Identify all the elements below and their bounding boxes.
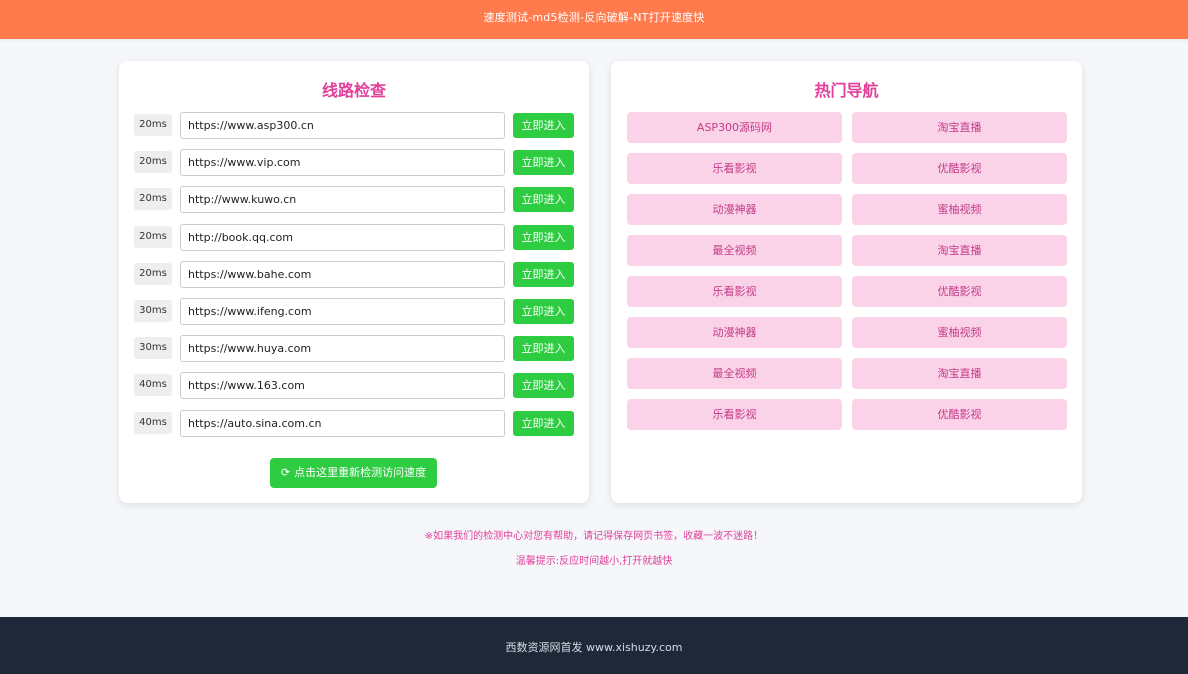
line-row: 20ms https://www.asp300.cn 立即进入 (134, 112, 574, 139)
enter-button[interactable]: 立即进入 (513, 261, 574, 287)
nav-link[interactable]: ASP300源码网 (627, 112, 842, 143)
line-row: 20ms http://book.qq.com 立即进入 (134, 223, 574, 251)
nav-link[interactable]: 淘宝直播 (852, 235, 1067, 266)
latency-badge: 20ms (134, 262, 172, 285)
latency-badge: 20ms (134, 225, 172, 248)
nav-panel-title: 热门导航 (814, 81, 879, 100)
nav-link[interactable]: 最全视频 (627, 358, 842, 389)
header-subtitle: 速度测试-md5检测-反向破解-NT打开速度快 (483, 11, 705, 24)
url-field[interactable]: https://www.vip.com (180, 149, 505, 177)
latency-badge: 20ms (134, 114, 172, 136)
enter-button[interactable]: 立即进入 (513, 410, 574, 436)
bookmark-notice: ※如果我们的检测中心对您有帮助，请记得保存网页书签，收藏一波不迷路！ (424, 531, 764, 542)
line-row: 30ms https://www.ifeng.com 立即进入 (134, 297, 574, 325)
latency-badge: 30ms (134, 299, 172, 322)
nav-link[interactable]: 优酷影视 (852, 153, 1067, 184)
nav-panel: 热门导航 ASP300源码网 淘宝直播 乐看影视 优酷影视 动漫神器 蜜柚视频 最全视频 淘宝… (611, 61, 1082, 503)
line-row: 20ms http://www.kuwo.cn 立即进入 (134, 186, 574, 214)
nav-link[interactable]: 蜜柚视频 (852, 194, 1067, 225)
refresh-icon: ⟳ (280, 466, 291, 479)
nav-link[interactable]: 淘宝直播 (852, 358, 1067, 389)
url-field[interactable]: https://www.163.com (180, 372, 505, 400)
nav-link[interactable]: 乐看影视 (627, 399, 842, 430)
latency-badge: 30ms (134, 337, 172, 360)
line-row: 20ms https://www.vip.com 立即进入 (134, 149, 574, 177)
retest-button[interactable]: ⟳ 点击这里重新检测访问速度 (270, 458, 437, 488)
latency-badge: 20ms (134, 188, 172, 211)
retest-label: 点击这里重新检测访问速度 (294, 466, 427, 479)
nav-link[interactable]: 乐看影视 (627, 153, 842, 184)
url-field[interactable]: https://auto.sina.com.cn (180, 409, 505, 437)
header-bar: 速度测试-md5检测-反向破解-NT打开速度快 (0, 0, 1188, 39)
url-field[interactable]: http://book.qq.com (180, 223, 505, 251)
tip-notice: 温馨提示:反应时间越小,打开就越快 (515, 556, 673, 567)
enter-button[interactable]: 立即进入 (513, 373, 574, 399)
nav-grid: ASP300源码网 淘宝直播 乐看影视 优酷影视 动漫神器 蜜柚视频 最全视频 淘宝直播 乐看影… (627, 112, 1067, 430)
nav-link[interactable]: 优酷影视 (852, 276, 1067, 307)
lines-panel: 线路检查 20ms https://www.asp300.cn 立即进入 20ms ht… (119, 61, 589, 503)
enter-button[interactable]: 立即进入 (513, 187, 574, 213)
latency-badge: 20ms (134, 151, 172, 174)
line-row: 20ms https://www.bahe.com 立即进入 (134, 260, 574, 288)
url-field[interactable]: https://www.ifeng.com (180, 297, 505, 325)
url-field[interactable]: http://www.kuwo.cn (180, 186, 505, 214)
line-row: 40ms https://www.163.com 立即进入 (134, 372, 574, 400)
enter-button[interactable]: 立即进入 (513, 113, 574, 138)
footer: 西数资源网首发 www.xishuzy.com (0, 617, 1188, 674)
line-row: 30ms https://www.huya.com 立即进入 (134, 335, 574, 363)
latency-badge: 40ms (134, 374, 172, 397)
enter-button[interactable]: 立即进入 (513, 336, 574, 362)
nav-link[interactable]: 最全视频 (627, 235, 842, 266)
lines-panel-title: 线路检查 (321, 81, 386, 100)
nav-link[interactable]: 动漫神器 (627, 194, 842, 225)
enter-button[interactable]: 立即进入 (513, 224, 574, 250)
line-row: 40ms https://auto.sina.com.cn 立即进入 (134, 409, 574, 437)
lines-list: 20ms https://www.asp300.cn 立即进入 20ms https:/… (134, 112, 574, 447)
url-field[interactable]: https://www.huya.com (180, 335, 505, 363)
nav-link[interactable]: 优酷影视 (852, 399, 1067, 430)
nav-link[interactable]: 乐看影视 (627, 276, 842, 307)
url-field[interactable]: https://www.asp300.cn (180, 112, 505, 139)
nav-link[interactable]: 动漫神器 (627, 317, 842, 348)
footer-text: 西数资源网首发 www.xishuzy.com (505, 641, 683, 654)
enter-button[interactable]: 立即进入 (513, 298, 574, 324)
nav-link[interactable]: 淘宝直播 (852, 112, 1067, 143)
enter-button[interactable]: 立即进入 (513, 150, 574, 176)
nav-link[interactable]: 蜜柚视频 (852, 317, 1067, 348)
latency-badge: 40ms (134, 411, 172, 434)
url-field[interactable]: https://www.bahe.com (180, 260, 505, 288)
